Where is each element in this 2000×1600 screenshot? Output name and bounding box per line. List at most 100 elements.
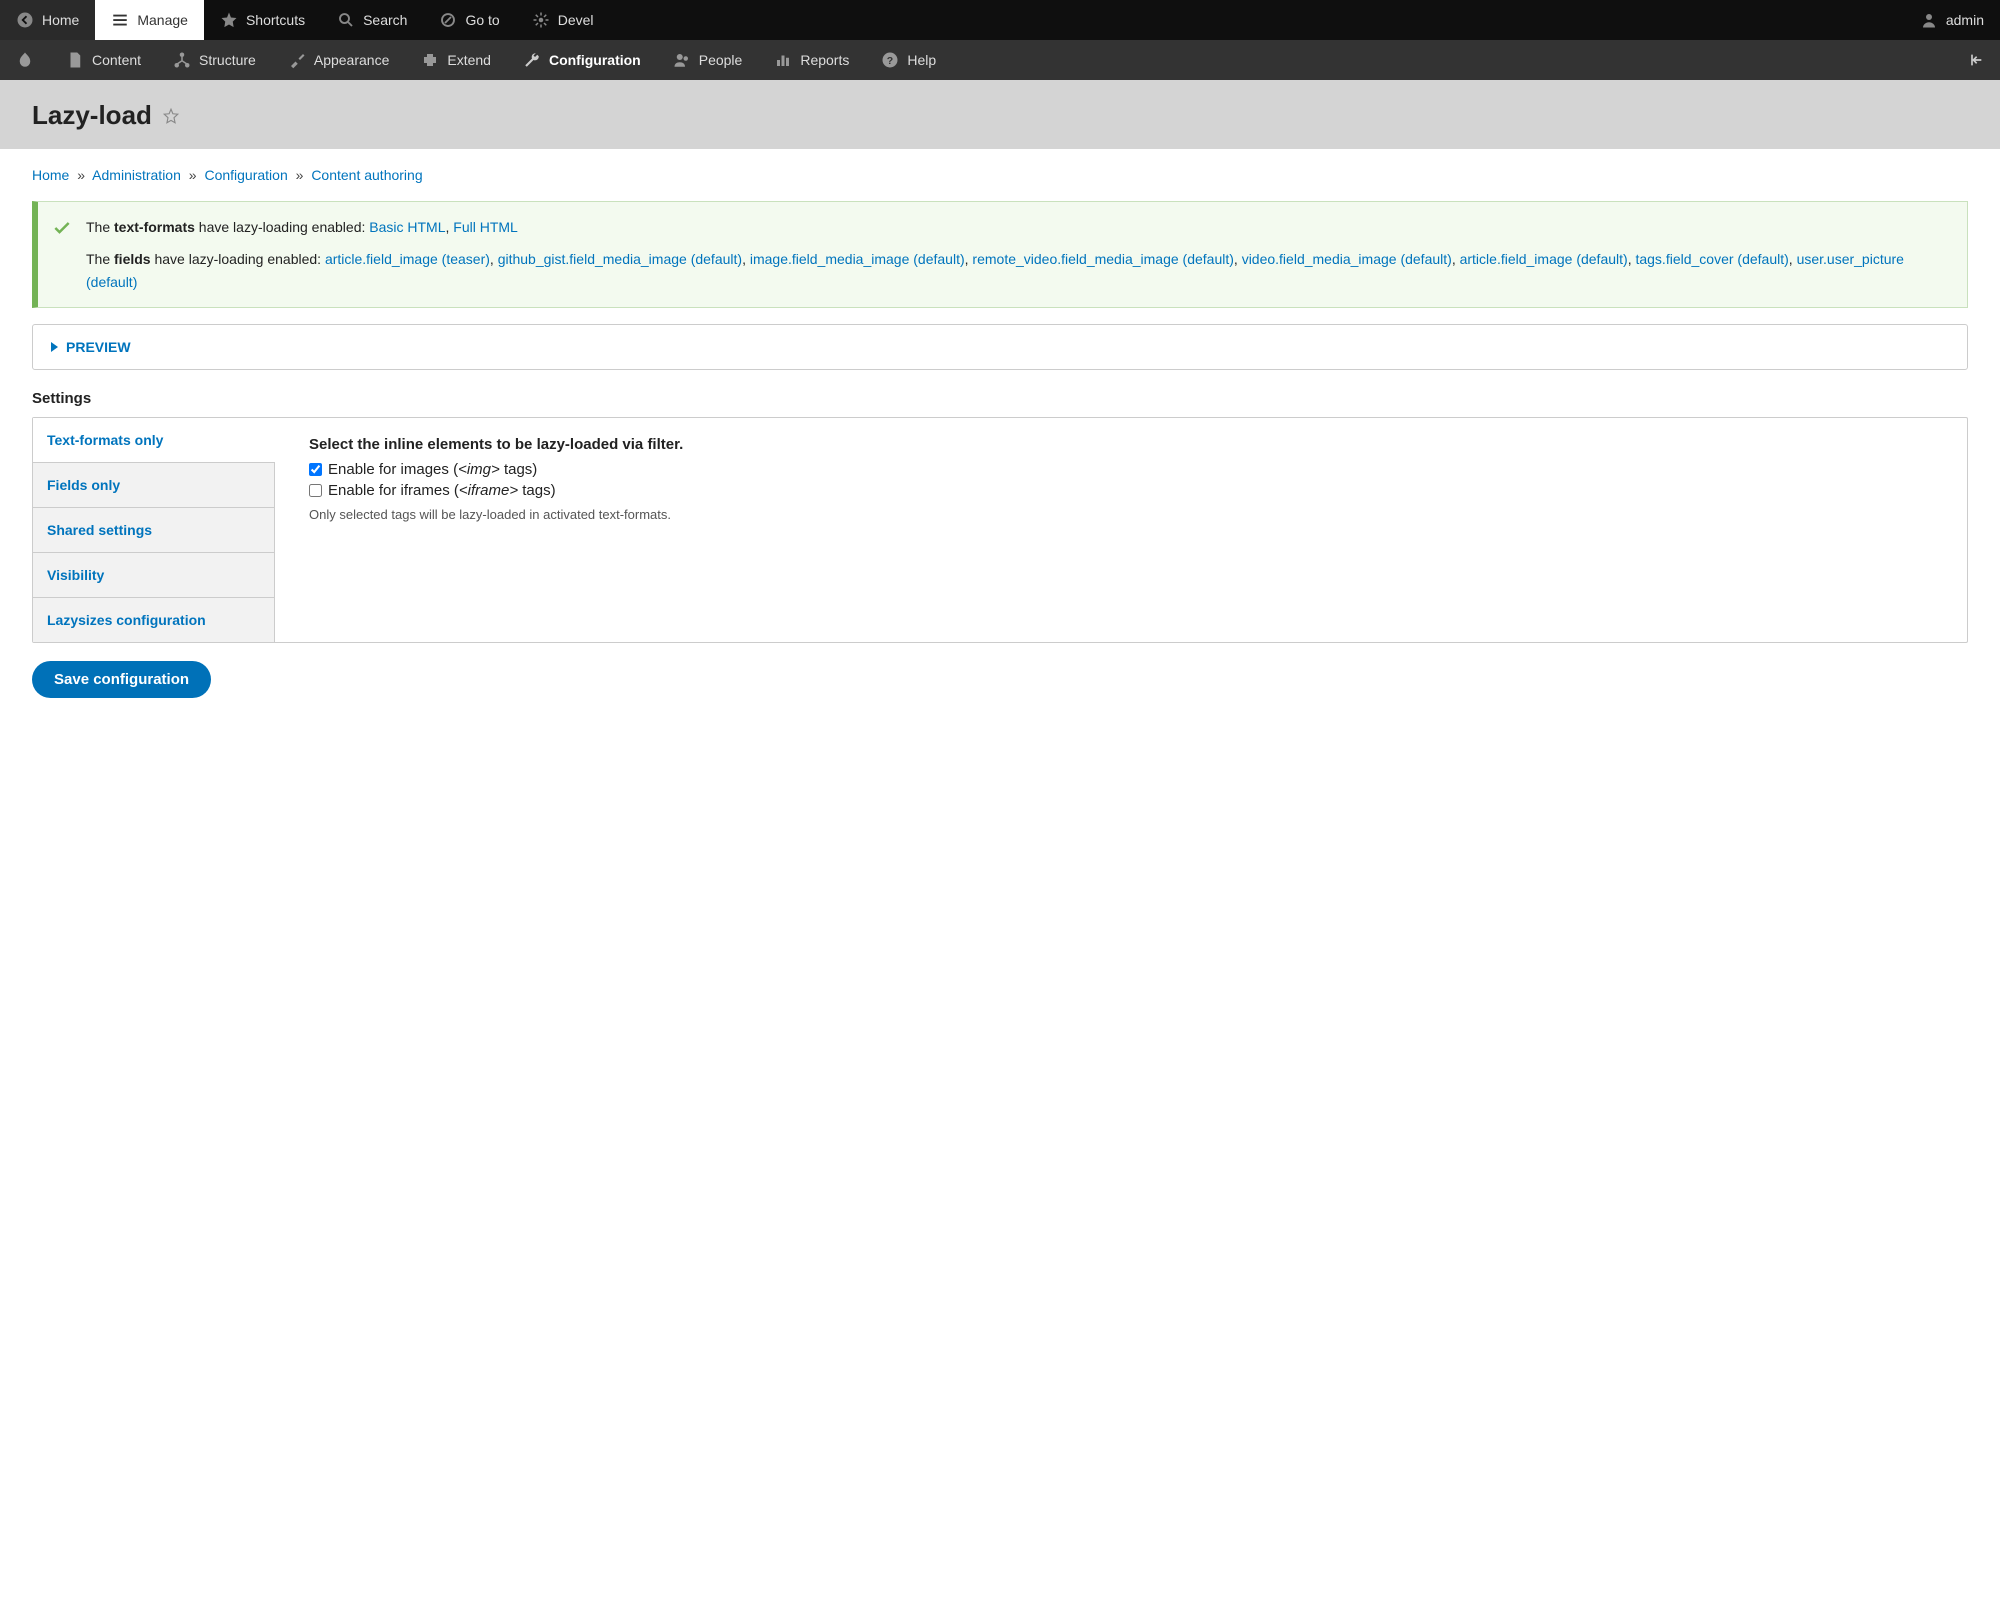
user-icon: [1920, 11, 1938, 29]
drupal-icon: [16, 51, 34, 69]
toolbar-search-label: Search: [363, 12, 407, 28]
star-icon: [220, 11, 238, 29]
toolbar-bar: Home Manage Shortcuts Search Go to: [0, 0, 2000, 40]
admin-menu: Content Structure Appearance Extend Conf…: [0, 40, 2000, 80]
breadcrumb-administration[interactable]: Administration: [92, 167, 181, 183]
toolbar-home[interactable]: Home: [0, 0, 95, 40]
toolbar-devel-label: Devel: [558, 12, 594, 28]
toolbar-manage-label: Manage: [137, 12, 188, 28]
favorite-star-icon[interactable]: [162, 107, 180, 125]
toolbar-left: Home Manage Shortcuts Search Go to: [0, 0, 610, 40]
toolbar-goto-label: Go to: [465, 12, 499, 28]
checkbox-images[interactable]: [309, 463, 322, 476]
toolbar-home-label: Home: [42, 12, 79, 28]
settings-label: Settings: [32, 390, 1968, 407]
status-line-2: The fields have lazy-loading enabled: ar…: [86, 248, 1951, 293]
collapse-icon: [1968, 52, 1984, 68]
toolbar-goto[interactable]: Go to: [423, 0, 515, 40]
vertical-tabs: Text-formats only Fields only Shared set…: [32, 417, 1968, 643]
wrench-icon: [523, 51, 541, 69]
status-message: The text-formats have lazy-loading enabl…: [32, 201, 1968, 308]
menu-icon: [111, 11, 129, 29]
field-link[interactable]: article.field_image (default): [1460, 251, 1628, 267]
admin-help-label: Help: [907, 52, 936, 68]
admin-structure-label: Structure: [199, 52, 256, 68]
puzzle-icon: [421, 51, 439, 69]
vt-tab-visibility[interactable]: Visibility: [33, 553, 274, 598]
field-link[interactable]: video.field_media_image (default): [1242, 251, 1452, 267]
field-link[interactable]: tags.field_cover (default): [1635, 251, 1788, 267]
breadcrumb-content-authoring[interactable]: Content authoring: [311, 167, 422, 183]
breadcrumb-configuration[interactable]: Configuration: [204, 167, 287, 183]
vt-pane: Select the inline elements to be lazy-lo…: [275, 418, 1967, 642]
admin-configuration-label: Configuration: [549, 52, 641, 68]
admin-structure[interactable]: Structure: [157, 40, 272, 80]
file-icon: [66, 51, 84, 69]
toolbar-user[interactable]: admin: [1904, 0, 2000, 40]
toolbar-manage[interactable]: Manage: [95, 0, 204, 40]
content: Home » Administration » Configuration » …: [0, 149, 2000, 738]
breadcrumb-sep: »: [73, 167, 89, 183]
pane-description: Only selected tags will be lazy-loaded i…: [309, 507, 1933, 522]
vt-tab-text-formats[interactable]: Text-formats only: [33, 418, 275, 463]
breadcrumb-sep: »: [185, 167, 201, 183]
admin-reports[interactable]: Reports: [758, 40, 865, 80]
admin-appearance[interactable]: Appearance: [272, 40, 406, 80]
admin-configuration[interactable]: Configuration: [507, 40, 657, 80]
page-title: Lazy-load: [32, 100, 1968, 131]
toolbar-shortcuts[interactable]: Shortcuts: [204, 0, 321, 40]
page-title-text: Lazy-load: [32, 100, 152, 131]
structure-icon: [173, 51, 191, 69]
admin-content[interactable]: Content: [50, 40, 157, 80]
checkbox-iframes[interactable]: [309, 484, 322, 497]
check-icon: [52, 218, 72, 238]
search-icon: [337, 11, 355, 29]
vt-tab-fields-only[interactable]: Fields only: [33, 463, 274, 508]
breadcrumb-sep: »: [292, 167, 308, 183]
admin-menu-left: Content Structure Appearance Extend Conf…: [0, 40, 952, 80]
field-link[interactable]: article.field_image (teaser): [325, 251, 490, 267]
admin-menu-right: [1952, 40, 2000, 80]
vt-tab-shared[interactable]: Shared settings: [33, 508, 274, 553]
help-icon: ?: [881, 51, 899, 69]
admin-extend-label: Extend: [447, 52, 491, 68]
save-button[interactable]: Save configuration: [32, 661, 211, 698]
preview-details: PREVIEW: [32, 324, 1968, 370]
chart-icon: [774, 51, 792, 69]
target-icon: [439, 11, 457, 29]
svg-text:?: ?: [887, 55, 893, 67]
admin-extend[interactable]: Extend: [405, 40, 507, 80]
admin-content-label: Content: [92, 52, 141, 68]
toolbar-user-label: admin: [1946, 12, 1984, 28]
toolbar-devel[interactable]: Devel: [516, 0, 610, 40]
breadcrumb-home[interactable]: Home: [32, 167, 69, 183]
people-icon: [673, 51, 691, 69]
check-images-label: Enable for images (<img> tags): [328, 461, 537, 478]
region-header: Lazy-load: [0, 80, 2000, 149]
field-link[interactable]: github_gist.field_media_image (default): [498, 251, 742, 267]
check-enable-images[interactable]: Enable for images (<img> tags): [309, 461, 1933, 478]
admin-people[interactable]: People: [657, 40, 759, 80]
preview-label: PREVIEW: [66, 339, 131, 355]
gear-icon: [532, 11, 550, 29]
back-icon: [16, 11, 34, 29]
admin-collapse[interactable]: [1952, 40, 2000, 80]
toolbar-search[interactable]: Search: [321, 0, 423, 40]
brush-icon: [288, 51, 306, 69]
triangle-right-icon: [51, 342, 58, 352]
format-link[interactable]: Full HTML: [453, 219, 518, 235]
field-link[interactable]: image.field_media_image (default): [750, 251, 965, 267]
check-enable-iframes[interactable]: Enable for iframes (<iframe> tags): [309, 482, 1933, 499]
vt-tab-lazysizes[interactable]: Lazysizes configuration: [33, 598, 274, 642]
field-link[interactable]: remote_video.field_media_image (default): [972, 251, 1233, 267]
admin-people-label: People: [699, 52, 743, 68]
toolbar-right: admin: [1904, 0, 2000, 40]
preview-summary[interactable]: PREVIEW: [33, 325, 1967, 369]
pane-title: Select the inline elements to be lazy-lo…: [309, 436, 1933, 453]
format-link[interactable]: Basic HTML: [369, 219, 445, 235]
admin-drupal[interactable]: [0, 40, 50, 80]
admin-appearance-label: Appearance: [314, 52, 390, 68]
status-line-1: The text-formats have lazy-loading enabl…: [86, 216, 1951, 238]
admin-help[interactable]: ? Help: [865, 40, 952, 80]
breadcrumb: Home » Administration » Configuration » …: [32, 167, 1968, 183]
